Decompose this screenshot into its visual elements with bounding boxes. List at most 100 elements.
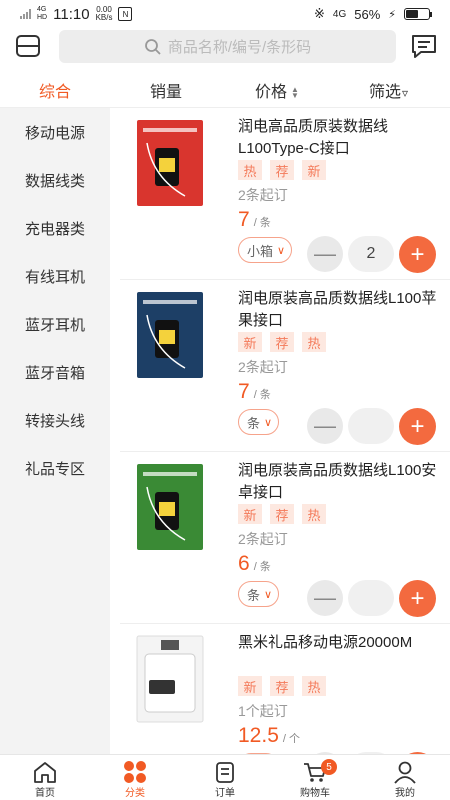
sidebar-item-data-cable[interactable]: 数据线类 (0, 156, 110, 204)
tab-home[interactable]: 首页 (0, 755, 90, 800)
product-card[interactable]: 润电原装高品质数据线L100苹果接口 新 荐 热 2条起订 7/ 条 条 ∨ — … (110, 280, 450, 452)
price-unit: / 个 (282, 733, 300, 745)
nfc-icon: N (118, 7, 133, 21)
product-tag: 荐 (270, 676, 294, 696)
orders-icon (216, 762, 234, 783)
product-tag: 荐 (270, 332, 294, 352)
minus-icon: — (314, 585, 336, 610)
category-sidebar: 移动电源 数据线类 充电器类 有线耳机 蓝牙耳机 蓝牙音箱 转接头线 礼品专区 (0, 108, 110, 754)
cart-badge: 5 (321, 759, 337, 775)
product-name: 润电原装高品质数据线L100安卓接口 (238, 462, 437, 501)
chevron-down-icon: ∨ (277, 244, 286, 257)
sidebar-item-gift[interactable]: 礼品专区 (0, 444, 110, 492)
product-tag: 荐 (270, 504, 294, 524)
product-card[interactable]: 润电高品质原装数据线L100Type-C接口 热 荐 新 2条起订 7/ 条 小… (110, 108, 450, 280)
tab-profile[interactable]: 我的 (360, 755, 450, 800)
sort-price-label: 价格 (255, 84, 288, 101)
scan-button[interactable] (14, 32, 42, 60)
plus-icon: + (410, 412, 425, 440)
network-sub-label: HD (37, 14, 48, 21)
sort-tab-comprehensive[interactable]: 综合 (39, 78, 71, 102)
message-button[interactable] (410, 33, 438, 59)
category-icon (124, 761, 146, 783)
product-name: 润电高品质原装数据线L100Type-C接口 (238, 118, 389, 157)
decrease-button[interactable]: — (307, 580, 343, 616)
sidebar-item-bluetooth-earphone[interactable]: 蓝牙耳机 (0, 300, 110, 348)
tab-orders-label: 订单 (215, 788, 235, 799)
product-price: 7/ 条 (238, 380, 271, 404)
product-tag: 新 (302, 160, 326, 180)
price-unit: / 条 (253, 561, 271, 573)
sort-tab-sales[interactable]: 销量 (150, 78, 182, 102)
sidebar-item-charger[interactable]: 充电器类 (0, 204, 110, 252)
product-price: 7/ 条 (238, 208, 271, 232)
charging-icon: ⚡ (388, 8, 396, 21)
decrease-button[interactable]: — (307, 408, 343, 444)
minus-icon: — (314, 413, 336, 438)
sidebar-item-bluetooth-speaker[interactable]: 蓝牙音箱 (0, 348, 110, 396)
tab-cart[interactable]: 5 购物车 (270, 755, 360, 800)
quantity-input[interactable] (348, 580, 394, 616)
quantity-input[interactable]: 2 (348, 236, 394, 272)
price-value: 7 (238, 208, 250, 231)
bottom-tab-bar: 首页 分类 订单 5 购物车 我的 (0, 754, 450, 800)
unit-value: 条 (247, 415, 261, 431)
tab-orders[interactable]: 订单 (180, 755, 270, 800)
price-value: 6 (238, 552, 250, 575)
sidebar-item-adapter-cable[interactable]: 转接头线 (0, 396, 110, 444)
top-bar: 商品名称/编号/条形码 (0, 28, 450, 66)
product-image (137, 292, 203, 378)
increase-button[interactable]: + (399, 236, 436, 273)
product-price: 12.5/ 个 (238, 724, 300, 748)
signal-icon (20, 9, 31, 19)
tab-home-label: 首页 (35, 788, 55, 799)
sidebar-item-wired-earphone[interactable]: 有线耳机 (0, 252, 110, 300)
product-card[interactable]: 黑米礼品移动电源20000M 新 荐 热 1个起订 12.5/ 个 个∨ — + (110, 624, 450, 754)
network-label: 4G (37, 6, 47, 13)
unit-value: 条 (247, 587, 261, 603)
tab-category[interactable]: 分类 (90, 755, 180, 800)
product-name: 润电原装高品质数据线L100苹果接口 (238, 290, 437, 329)
chevron-down-icon: ∨ (264, 416, 273, 429)
net-speed-unit: KB/s (95, 13, 113, 22)
sidebar-item-power-bank[interactable]: 移动电源 (0, 108, 110, 156)
filter-label: 筛选 (369, 84, 402, 101)
bluetooth-icon: ※ (313, 6, 325, 21)
sort-arrows-icon: ▲ ▼ (291, 84, 299, 100)
price-unit: / 条 (253, 389, 271, 401)
quantity-input[interactable] (348, 408, 394, 444)
filter-icon: ▿ (402, 86, 409, 100)
decrease-button[interactable]: — (307, 236, 343, 272)
minus-icon: — (314, 241, 336, 266)
product-tag: 新 (238, 676, 262, 696)
increase-button[interactable]: + (399, 580, 436, 617)
unit-select[interactable]: 条 ∨ (238, 409, 280, 435)
product-tag: 荐 (270, 160, 294, 180)
unit-select[interactable]: 条 ∨ (238, 581, 280, 607)
tab-profile-label: 我的 (395, 788, 415, 799)
product-image (137, 464, 203, 550)
search-icon (144, 38, 161, 55)
sort-tab-price[interactable]: 价格 ▲ ▼ (255, 78, 299, 102)
increase-button[interactable]: + (399, 408, 436, 445)
product-tag: 热 (302, 676, 326, 696)
battery-percent: 56% (354, 6, 381, 22)
product-card[interactable]: 润电原装高品质数据线L100安卓接口 新 荐 热 2条起订 6/ 条 条 ∨ — … (110, 452, 450, 624)
product-price: 6/ 条 (238, 552, 271, 576)
sort-tab-filter[interactable]: 筛选▿ (369, 78, 408, 102)
price-unit: / 条 (253, 217, 271, 229)
sort-bar: 综合 销量 价格 ▲ ▼ 筛选▿ (0, 68, 450, 108)
price-value: 12.5 (238, 724, 279, 747)
min-order: 2条起订 (238, 359, 288, 375)
search-placeholder: 商品名称/编号/条形码 (167, 39, 312, 56)
battery-fill (406, 10, 419, 18)
battery-icon (404, 8, 432, 20)
tab-cart-label: 购物车 (300, 788, 330, 799)
product-name: 黑米礼品移动电源20000M (238, 634, 413, 651)
search-input[interactable]: 商品名称/编号/条形码 (59, 30, 396, 63)
product-list: 润电高品质原装数据线L100Type-C接口 热 荐 新 2条起订 7/ 条 小… (110, 108, 450, 754)
product-tag: 新 (238, 504, 262, 524)
unit-select[interactable]: 小箱 ∨ (238, 237, 293, 263)
status-bar: 4G HD 11:10 0.00 KB/s N ※ 4G 56% ⚡ (0, 0, 450, 28)
plus-icon: + (410, 584, 425, 612)
